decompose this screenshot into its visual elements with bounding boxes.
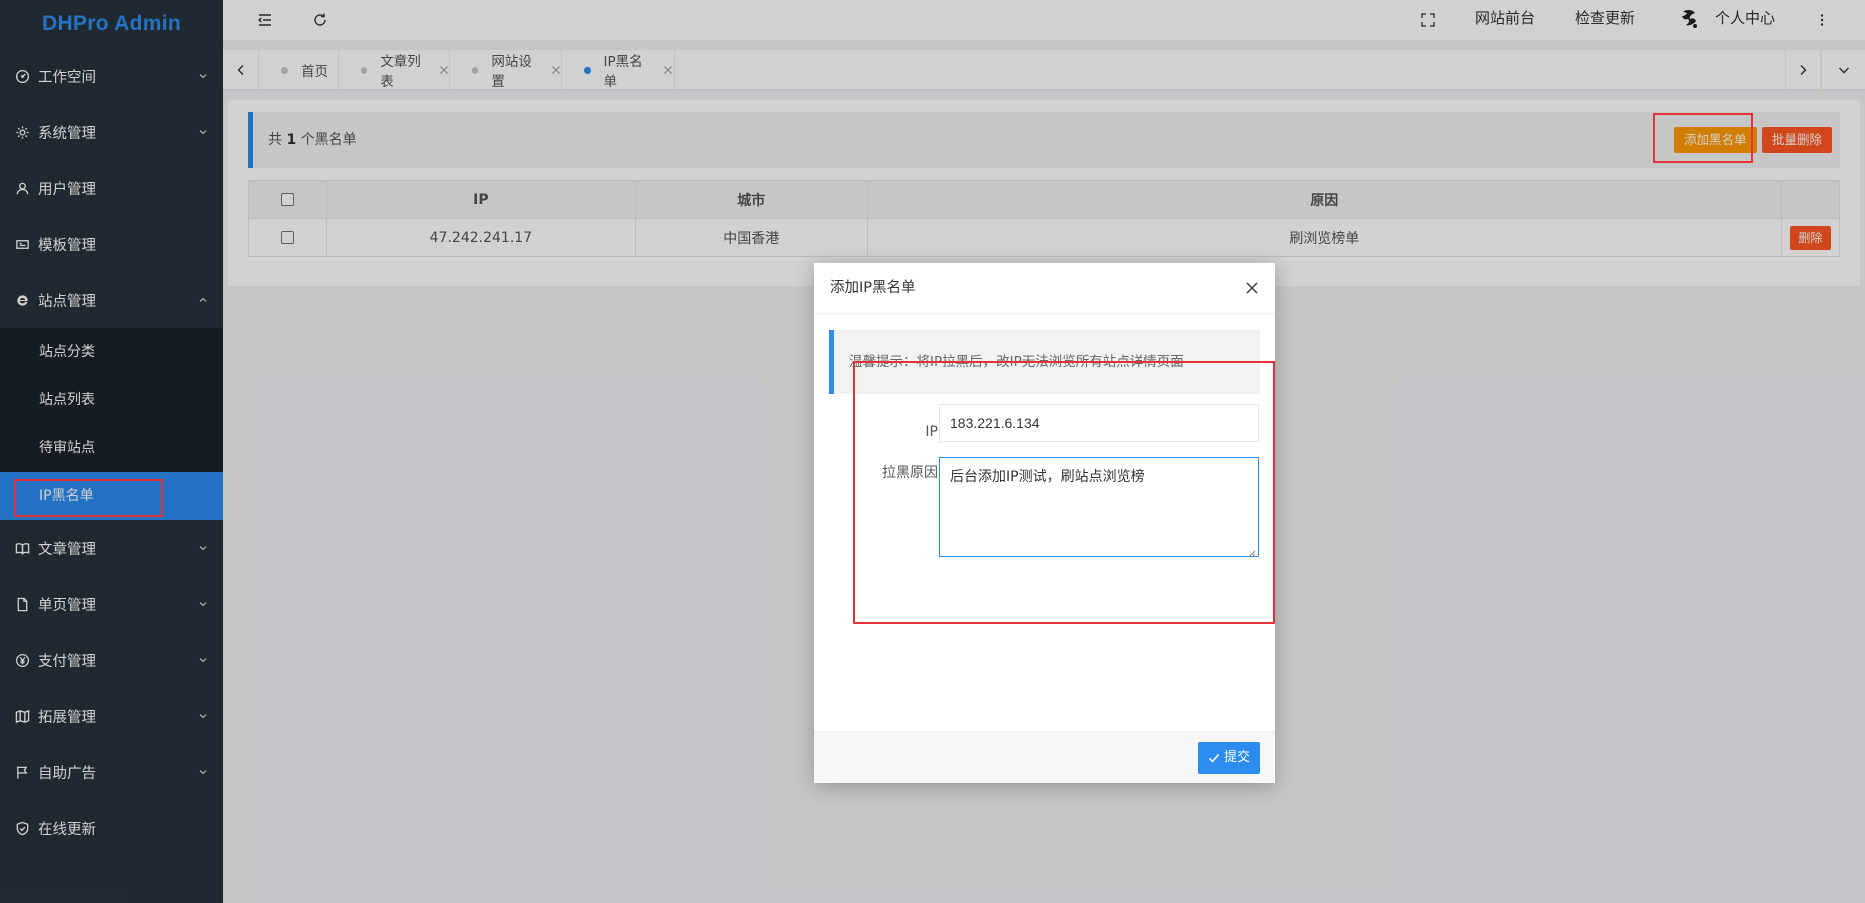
dialog-title: 添加IP黑名单 bbox=[830, 280, 916, 296]
dialog-header: 添加IP黑名单 bbox=[814, 263, 1275, 314]
close-icon[interactable] bbox=[1245, 281, 1259, 295]
resize-grip-icon[interactable] bbox=[1248, 546, 1256, 558]
ip-field[interactable] bbox=[939, 404, 1259, 442]
reason-text: 后台添加IP测试，刷站点浏览榜 bbox=[950, 469, 1145, 485]
reason-field-label: 拉黑原因 bbox=[882, 465, 938, 481]
reason-textarea[interactable]: 后台添加IP测试，刷站点浏览榜 bbox=[939, 457, 1259, 558]
ip-field-label: IP bbox=[925, 424, 938, 440]
check-icon bbox=[1208, 753, 1220, 763]
submit-label: 提交 bbox=[1223, 750, 1250, 765]
add-ip-blacklist-dialog: 添加IP黑名单 温馨提示：将IP拉黑后，改IP无法浏览所有站点详情页面 IP 拉… bbox=[814, 263, 1275, 783]
submit-button[interactable]: 提交 bbox=[1197, 742, 1260, 774]
dialog-footer: 提交 bbox=[814, 731, 1275, 783]
warning-tip: 温馨提示：将IP拉黑后，改IP无法浏览所有站点详情页面 bbox=[829, 330, 1260, 394]
